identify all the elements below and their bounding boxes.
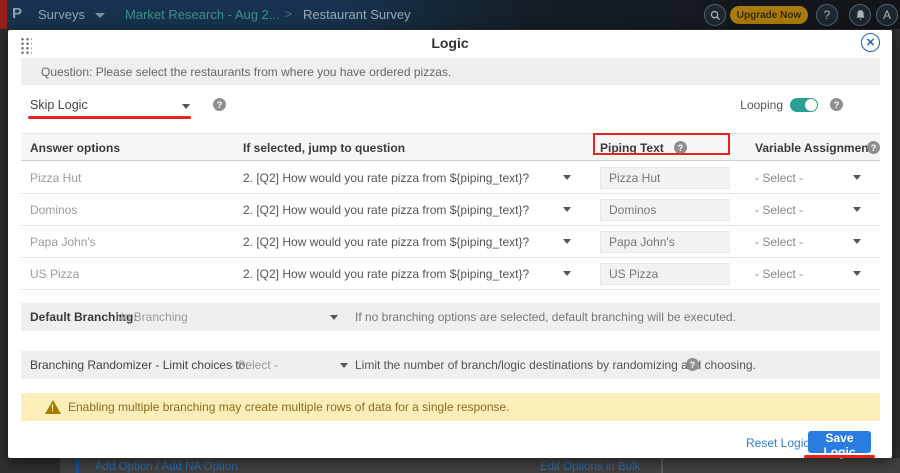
jump-to-question-dropdown[interactable]: 2. [Q2] How would you rate pizza from ${… (243, 267, 583, 281)
toggle-knob (805, 99, 817, 111)
logic-type-dropdown[interactable]: Skip Logic (30, 98, 88, 112)
brand-logo[interactable]: P (12, 5, 22, 22)
bell-icon (855, 9, 866, 21)
table-row: US Pizza 2. [Q2] How would you rate pizz… (21, 258, 880, 290)
question-summary-bar: Question: Please select the restaurants … (21, 58, 880, 85)
skip-logic-help-icon[interactable]: ? (213, 98, 226, 111)
table-row: Pizza Hut 2. [Q2] How would you rate piz… (21, 162, 880, 194)
panel-divider (661, 458, 663, 473)
warning-exclamation: ! (51, 403, 54, 413)
piping-text-input[interactable] (600, 199, 730, 221)
variable-assignment-help-icon[interactable]: ? (867, 141, 880, 154)
variable-assignment-dropdown[interactable]: - Select - (755, 203, 865, 217)
looping-label: Looping (698, 98, 783, 112)
nav-surveys-menu[interactable]: Surveys (38, 7, 85, 22)
breadcrumb-parent[interactable]: Market Research - Aug 2... (125, 7, 280, 22)
question-text: Question: Please select the restaurants … (41, 65, 451, 79)
modal-title: Logic (8, 35, 892, 51)
piping-text-input[interactable] (600, 167, 730, 189)
close-button[interactable]: ✕ (861, 33, 880, 52)
answer-option-label: Pizza Hut (30, 171, 81, 185)
variable-assignment-dropdown[interactable]: - Select - (755, 171, 865, 185)
branching-randomizer-dropdown[interactable]: - Select - (230, 358, 278, 372)
answer-option-label: Dominos (30, 203, 77, 217)
help-button[interactable]: ? (816, 4, 838, 26)
chevron-down-icon (853, 239, 861, 244)
logic-table-header: Answer options If selected, jump to ques… (21, 133, 880, 161)
table-row: Papa John's 2. [Q2] How would you rate p… (21, 226, 880, 258)
screen: P Surveys Market Research - Aug 2... > R… (0, 0, 900, 473)
chevron-down-icon (563, 207, 571, 212)
branching-randomizer-help-icon[interactable]: ? (686, 358, 699, 371)
default-branching-dropdown[interactable]: No Branching (115, 310, 188, 324)
branching-randomizer-label: Branching Randomizer - Limit choices to: (30, 358, 249, 372)
warning-banner: ! Enabling multiple branching may create… (21, 393, 880, 421)
app-header: P Surveys Market Research - Aug 2... > R… (0, 0, 900, 29)
col-header-jump-to-question: If selected, jump to question (243, 141, 405, 155)
chevron-down-icon (563, 175, 571, 180)
chevron-down-icon (95, 13, 105, 18)
chevron-down-icon (563, 271, 571, 276)
upgrade-now-button[interactable]: Upgrade Now (730, 6, 808, 24)
jump-to-question-dropdown[interactable]: 2. [Q2] How would you rate pizza from ${… (243, 203, 583, 217)
warning-text: Enabling multiple branching may create m… (68, 400, 510, 414)
annotation-underline-save-logic (804, 455, 875, 458)
breadcrumb-separator: > (285, 7, 292, 21)
edit-options-in-bulk-link[interactable]: Edit Options in Bulk (540, 461, 640, 473)
piping-text-input[interactable] (600, 263, 730, 285)
looping-toggle[interactable] (790, 98, 818, 112)
annotation-box-piping-text (593, 133, 730, 155)
default-branching-note: If no branching options are selected, de… (355, 310, 736, 324)
piping-text-input[interactable] (600, 231, 730, 253)
looping-help-icon[interactable]: ? (830, 98, 843, 111)
chevron-down-icon (853, 271, 861, 276)
add-option-link[interactable]: Add Option / Add NA Option (95, 461, 238, 473)
avatar[interactable]: A (876, 4, 898, 26)
chevron-down-icon (563, 239, 571, 244)
answer-option-label: Papa John's (30, 235, 96, 249)
chevron-down-icon (330, 315, 338, 320)
help-icon: ? (824, 8, 831, 22)
annotation-underline-skip-logic (28, 116, 191, 119)
answer-option-label: US Pizza (30, 267, 79, 281)
jump-to-question-dropdown[interactable]: 2. [Q2] How would you rate pizza from ${… (243, 235, 583, 249)
close-icon: ✕ (866, 36, 875, 49)
reset-logic-link[interactable]: Reset Logic (746, 436, 809, 450)
chevron-down-icon (182, 104, 190, 109)
chevron-down-icon (340, 363, 348, 368)
logic-modal: Logic ✕ Question: Please select the rest… (8, 30, 892, 458)
table-row: Dominos 2. [Q2] How would you rate pizza… (21, 194, 880, 226)
variable-assignment-dropdown[interactable]: - Select - (755, 267, 865, 281)
question-panel-accent (75, 458, 79, 473)
col-header-variable-assignment: Variable Assignment (755, 141, 873, 155)
col-header-answer-options: Answer options (30, 141, 120, 155)
search-button[interactable] (704, 4, 726, 26)
jump-to-question-dropdown[interactable]: 2. [Q2] How would you rate pizza from ${… (243, 171, 583, 185)
search-icon (710, 10, 721, 21)
chevron-down-icon (853, 175, 861, 180)
sidebar-accent-strip (0, 0, 7, 29)
chevron-down-icon (853, 207, 861, 212)
notifications-button[interactable] (849, 4, 871, 26)
breadcrumb-current: Restaurant Survey (303, 7, 411, 22)
variable-assignment-dropdown[interactable]: - Select - (755, 235, 865, 249)
save-logic-button[interactable]: Save Logic (808, 431, 871, 453)
